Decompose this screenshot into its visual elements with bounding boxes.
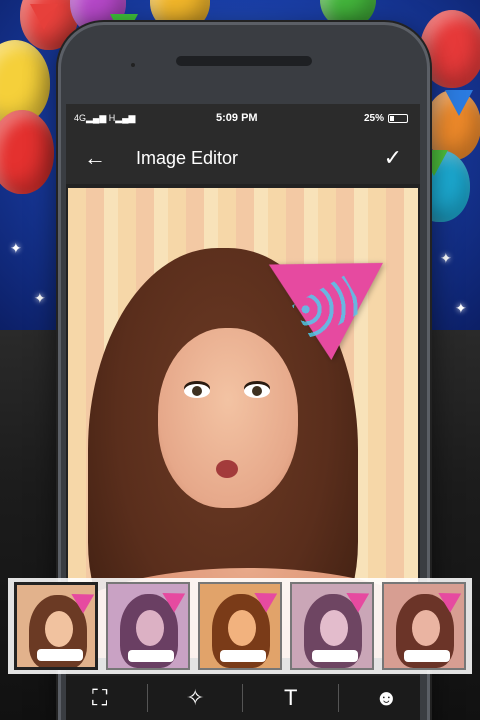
thumbnail-face [45, 611, 73, 647]
thumbnail-cake [37, 649, 83, 661]
thumbnail-cake [312, 650, 359, 662]
thumbnail-face [228, 610, 257, 646]
filter-thumbnail[interactable] [290, 582, 374, 670]
battery-indicator: 25% [364, 113, 408, 124]
arrow-left-icon[interactable]: ← [84, 145, 106, 171]
page-title: Image Editor [136, 147, 239, 168]
photo-eye-left [184, 384, 210, 398]
text-icon[interactable]: T [271, 685, 311, 711]
photo-eye-right [244, 384, 270, 398]
crop-icon[interactable]: ⛶ [80, 685, 120, 711]
sparkle: ✦ [440, 250, 452, 266]
thumbnail-cake [404, 650, 450, 662]
tool-divider [242, 684, 244, 712]
filter-thumbnail[interactable] [198, 582, 283, 670]
network-indicator: 4G▂▄▆ H▂▄▆ [74, 112, 136, 123]
magic-wand-icon[interactable]: ✧ [175, 685, 215, 711]
battery-percent: 25% [363, 112, 384, 124]
balloon [0, 110, 54, 194]
photo-face [158, 328, 298, 508]
thumbnail-face [320, 610, 349, 646]
thumbnail-face [412, 610, 440, 646]
app-toolbar: ← Image Editor ✓ [66, 132, 420, 184]
signal-type: H [108, 112, 116, 123]
thumbnail-face [136, 610, 165, 646]
phone-camera [131, 63, 135, 67]
battery-icon [388, 113, 408, 123]
filter-thumbnail[interactable] [382, 582, 466, 670]
checkmark-icon[interactable]: ✓ [384, 145, 402, 171]
editor-tools: ⛶ ✧ T ☻ [66, 676, 420, 720]
bunting-flag [445, 90, 473, 116]
photo-mouth [216, 460, 238, 478]
sparkle: ✦ [34, 290, 46, 306]
tool-divider [146, 684, 148, 712]
phone-speaker [176, 56, 312, 66]
thumbnail-cake [128, 650, 175, 662]
network-type: 4G [74, 112, 87, 123]
tool-divider [338, 684, 340, 712]
sparkle: ✦ [455, 300, 467, 316]
thumbnail-cake [220, 650, 267, 662]
sparkle: ✦ [10, 240, 22, 256]
status-time: 5:09 PM [216, 112, 258, 124]
status-bar: 4G▂▄▆ H▂▄▆ 5:09 PM 25% [66, 104, 420, 132]
filter-thumbnail[interactable] [106, 582, 191, 670]
sticker-icon[interactable]: ☻ [366, 685, 406, 711]
bunting-flag [30, 4, 58, 30]
filter-strip [8, 578, 472, 674]
filter-thumbnail[interactable] [14, 582, 99, 670]
